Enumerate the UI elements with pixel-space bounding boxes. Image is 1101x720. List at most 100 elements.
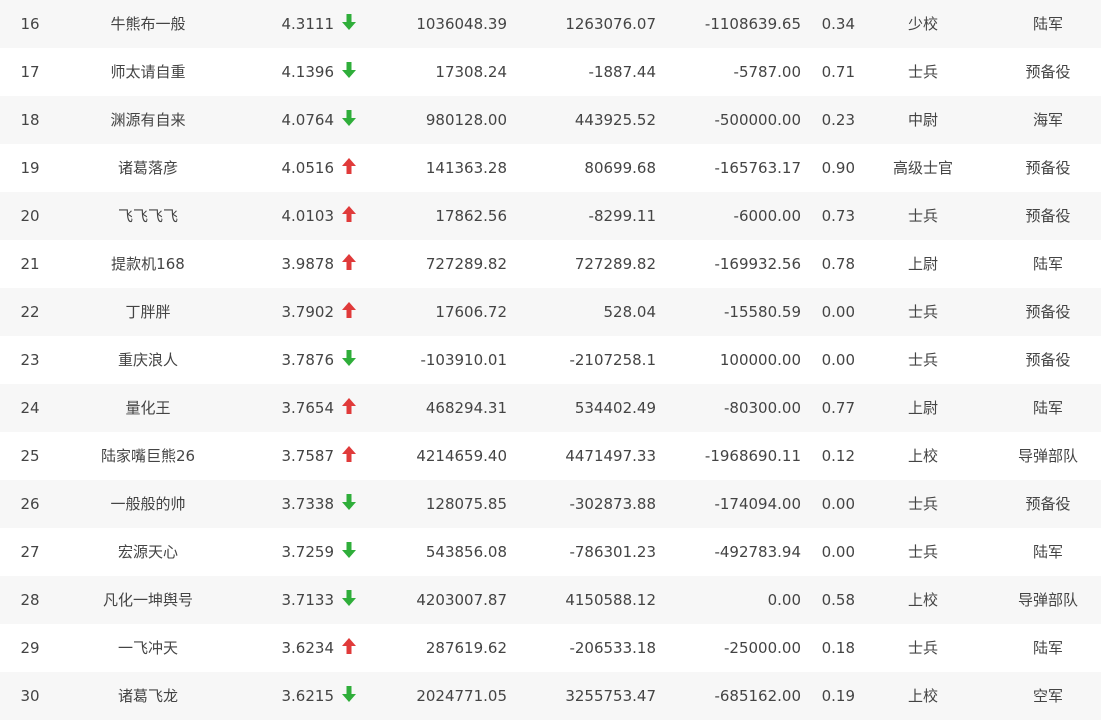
trend-cell [342, 672, 362, 720]
table-row[interactable]: 28 凡化一坤舆号 3.7133 4203007.87 4150588.12 0… [0, 576, 1101, 624]
ratio-cell: 0.19 [821, 687, 855, 705]
branch-cell: 预备役 [1025, 159, 1071, 177]
value-2-cell: 80699.68 [584, 159, 656, 177]
name-cell[interactable]: 诸葛落彦 [60, 144, 236, 192]
military-rank-cell: 上尉 [907, 399, 938, 417]
arrow-up-icon [342, 253, 356, 270]
score-cell: 4.1396 [281, 63, 335, 81]
score-cell: 3.7902 [281, 303, 335, 321]
value-2-cell: 3255753.47 [565, 687, 656, 705]
value-2-cell: -1887.44 [588, 63, 656, 81]
rank-cell: 20 [20, 207, 40, 225]
value-2-cell: 4150588.12 [565, 591, 656, 609]
rank-cell: 16 [20, 15, 40, 33]
table-row[interactable]: 18 渊源有自来 4.0764 980128.00 443925.52 -500… [0, 96, 1101, 144]
name-cell[interactable]: 丁胖胖 [60, 288, 236, 336]
name-cell[interactable]: 诸葛飞龙 [60, 672, 236, 720]
value-3-cell: -685162.00 [714, 687, 801, 705]
ratio-cell: 0.71 [821, 63, 855, 81]
name-cell[interactable]: 一飞冲天 [60, 624, 236, 672]
value-1-cell: 4214659.40 [416, 447, 507, 465]
score-cell: 3.9878 [281, 255, 335, 273]
table-row[interactable]: 30 诸葛飞龙 3.6215 2024771.05 3255753.47 -68… [0, 672, 1101, 720]
trend-cell [342, 624, 362, 672]
value-1-cell: 17606.72 [435, 303, 507, 321]
name-cell[interactable]: 量化王 [60, 384, 236, 432]
military-rank-cell: 上尉 [907, 255, 938, 273]
value-1-cell: -103910.01 [420, 351, 507, 369]
name-cell[interactable]: 飞飞飞飞 [60, 192, 236, 240]
table-row[interactable]: 27 宏源天心 3.7259 543856.08 -786301.23 -492… [0, 528, 1101, 576]
score-cell: 3.7338 [281, 495, 335, 513]
name-cell[interactable]: 陆家嘴巨熊26 [60, 432, 236, 480]
table-row[interactable]: 24 量化王 3.7654 468294.31 534402.49 -80300… [0, 384, 1101, 432]
branch-cell: 预备役 [1025, 495, 1071, 513]
value-1-cell: 17308.24 [435, 63, 507, 81]
rank-cell: 17 [20, 63, 40, 81]
rank-cell: 27 [20, 543, 40, 561]
value-2-cell: 528.04 [603, 303, 657, 321]
arrow-down-icon [342, 541, 356, 558]
score-cell: 3.7876 [281, 351, 335, 369]
value-2-cell: 443925.52 [574, 111, 656, 129]
arrow-down-icon [342, 589, 356, 606]
trend-cell [342, 192, 362, 240]
value-1-cell: 128075.85 [425, 495, 507, 513]
name-cell[interactable]: 宏源天心 [60, 528, 236, 576]
value-2-cell: -2107258.1 [569, 351, 656, 369]
value-3-cell: -174094.00 [714, 495, 801, 513]
score-cell: 3.7259 [281, 543, 335, 561]
ratio-cell: 0.00 [821, 303, 855, 321]
ratio-cell: 0.58 [821, 591, 855, 609]
value-3-cell: -500000.00 [714, 111, 801, 129]
table-row[interactable]: 25 陆家嘴巨熊26 3.7587 4214659.40 4471497.33 … [0, 432, 1101, 480]
trend-cell [342, 384, 362, 432]
table-row[interactable]: 21 提款机168 3.9878 727289.82 727289.82 -16… [0, 240, 1101, 288]
trend-cell [342, 528, 362, 576]
arrow-down-icon [342, 493, 356, 510]
ratio-cell: 0.00 [821, 543, 855, 561]
name-cell[interactable]: 牛熊布一般 [60, 0, 236, 48]
table-row[interactable]: 19 诸葛落彦 4.0516 141363.28 80699.68 -16576… [0, 144, 1101, 192]
value-1-cell: 4203007.87 [416, 591, 507, 609]
arrow-up-icon [342, 301, 356, 318]
name-cell[interactable]: 重庆浪人 [60, 336, 236, 384]
branch-cell: 预备役 [1025, 351, 1071, 369]
military-rank-cell: 士兵 [907, 63, 938, 81]
ratio-cell: 0.78 [821, 255, 855, 273]
value-3-cell: -492783.94 [714, 543, 801, 561]
value-2-cell: -8299.11 [588, 207, 656, 225]
branch-cell: 陆军 [1032, 639, 1063, 657]
score-cell: 3.6234 [281, 639, 335, 657]
name-cell[interactable]: 提款机168 [60, 240, 236, 288]
value-1-cell: 543856.08 [425, 543, 507, 561]
table-row[interactable]: 26 一般般的帅 3.7338 128075.85 -302873.88 -17… [0, 480, 1101, 528]
value-1-cell: 287619.62 [425, 639, 507, 657]
military-rank-cell: 士兵 [907, 543, 938, 561]
table-row[interactable]: 20 飞飞飞飞 4.0103 17862.56 -8299.11 -6000.0… [0, 192, 1101, 240]
ratio-cell: 0.77 [821, 399, 855, 417]
ratio-cell: 0.18 [821, 639, 855, 657]
value-1-cell: 17862.56 [435, 207, 507, 225]
trend-cell [342, 48, 362, 96]
table-row[interactable]: 29 一飞冲天 3.6234 287619.62 -206533.18 -250… [0, 624, 1101, 672]
name-cell[interactable]: 师太请自重 [60, 48, 236, 96]
table-row[interactable]: 23 重庆浪人 3.7876 -103910.01 -2107258.1 100… [0, 336, 1101, 384]
table-row[interactable]: 22 丁胖胖 3.7902 17606.72 528.04 -15580.59 … [0, 288, 1101, 336]
name-cell[interactable]: 渊源有自来 [60, 96, 236, 144]
score-cell: 3.7133 [281, 591, 335, 609]
table-row[interactable]: 16 牛熊布一般 4.3111 1036048.39 1263076.07 -1… [0, 0, 1101, 48]
arrow-up-icon [342, 397, 356, 414]
score-cell: 4.0516 [281, 159, 335, 177]
name-cell[interactable]: 一般般的帅 [60, 480, 236, 528]
name-cell[interactable]: 凡化一坤舆号 [60, 576, 236, 624]
military-rank-cell: 上校 [907, 447, 938, 465]
score-cell: 3.7587 [281, 447, 335, 465]
value-1-cell: 141363.28 [425, 159, 507, 177]
score-cell: 3.6215 [281, 687, 335, 705]
trend-cell [342, 288, 362, 336]
arrow-down-icon [342, 109, 356, 126]
table-row[interactable]: 17 师太请自重 4.1396 17308.24 -1887.44 -5787.… [0, 48, 1101, 96]
trend-cell [342, 432, 362, 480]
trend-cell [342, 0, 362, 48]
